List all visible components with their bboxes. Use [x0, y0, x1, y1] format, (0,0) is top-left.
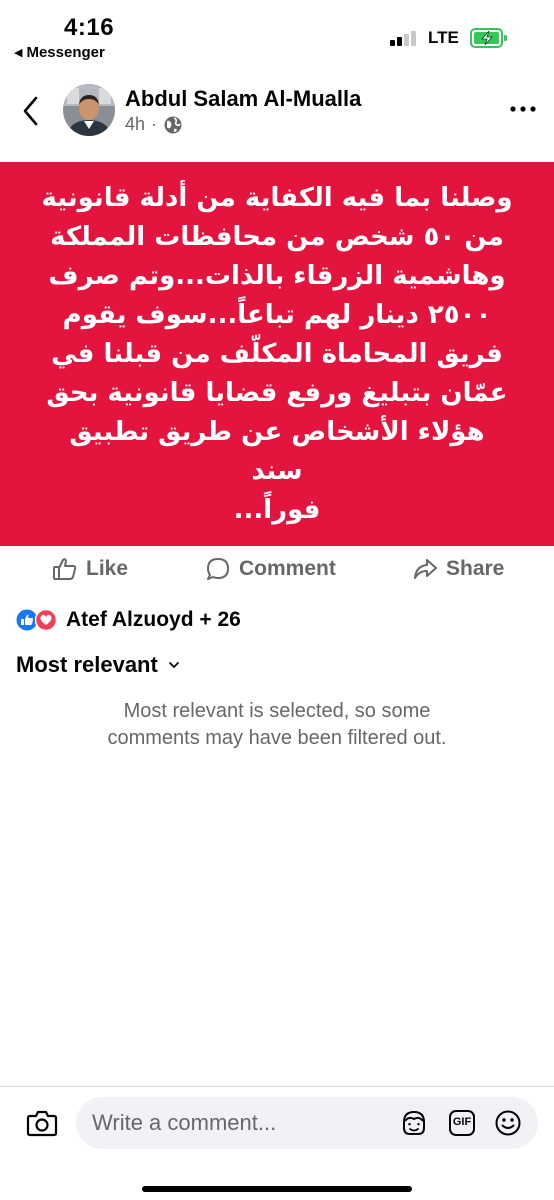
- bullet-separator: ·: [151, 114, 158, 134]
- thumbs-up-icon: [53, 558, 77, 580]
- post-text: وصلنا بما فيه الكفاية من أدلة قانونية من…: [40, 179, 514, 530]
- filter-note-line: Most relevant is selected, so some: [123, 700, 431, 722]
- status-bar: 4:16 ◀ Messenger LTE: [0, 0, 554, 66]
- post-actions: Like Comment Share: [0, 550, 554, 594]
- comment-composer: GIF: [0, 1087, 554, 1200]
- post-body: وصلنا بما فيه الكفاية من أدلة قانونية من…: [0, 162, 554, 546]
- gif-label: GIF: [452, 1116, 472, 1128]
- post-text-line: وهاشمية الزرقاء بالذات...وتم صرف: [48, 260, 506, 291]
- back-to-messenger[interactable]: ◀ Messenger: [14, 44, 105, 61]
- post-time: 4h: [125, 114, 146, 134]
- gif-icon[interactable]: GIF: [448, 1109, 476, 1137]
- network-type: LTE: [428, 28, 459, 47]
- like-button[interactable]: Like: [52, 556, 128, 582]
- comment-input[interactable]: [92, 1097, 392, 1149]
- filter-note-line: comments may have been filtered out.: [107, 727, 447, 749]
- comment-sort-dropdown[interactable]: Most relevant: [16, 652, 180, 678]
- like-label: Like: [86, 557, 129, 580]
- love-reaction-icon: [35, 609, 57, 631]
- home-indicator: [142, 1186, 412, 1192]
- post-text-line: فريق المحاماة المكلّف من قبلنا في: [51, 338, 503, 369]
- comment-bubble-icon: [207, 558, 229, 580]
- reaction-icons: [16, 609, 58, 631]
- filter-note: Most relevant is selected, so some comme…: [0, 698, 554, 752]
- reaction-names: Atef Alzuoyd + 26: [66, 608, 241, 631]
- post-text-line: وصلنا بما فيه الكفاية من أدلة قانونية: [41, 182, 513, 213]
- share-label: Share: [446, 557, 505, 580]
- cellular-signal-icon: [390, 30, 420, 46]
- sort-label: Most relevant: [16, 652, 158, 677]
- post-text-line: عمّان بتبليغ ورفع قضايا قانونية بحق: [46, 377, 508, 408]
- avatar-sticker-icon[interactable]: [400, 1109, 428, 1137]
- back-triangle-icon: ◀: [14, 47, 23, 59]
- author-avatar[interactable]: [63, 84, 115, 136]
- reactions-summary[interactable]: Atef Alzuoyd + 26: [16, 608, 241, 632]
- post-text-line: فوراً...: [233, 494, 321, 525]
- author-name[interactable]: Abdul Salam Al-Mualla: [125, 86, 361, 112]
- emoji-icon[interactable]: [494, 1109, 522, 1137]
- comment-label: Comment: [239, 557, 336, 580]
- chevron-down-icon: [168, 662, 179, 668]
- globe-icon: [164, 116, 182, 133]
- back-app-label: Messenger: [26, 44, 105, 61]
- comment-box[interactable]: GIF: [76, 1097, 538, 1149]
- share-button[interactable]: Share: [412, 556, 504, 582]
- share-arrow-icon: [414, 559, 437, 579]
- more-options-icon[interactable]: [508, 104, 538, 114]
- post-header: Abdul Salam Al-Mualla 4h ·: [0, 66, 554, 162]
- battery-charging-icon: [470, 28, 507, 48]
- back-chevron-icon[interactable]: [20, 94, 42, 128]
- post-text-line: هؤلاء الأشخاص عن طريق تطبيق سند: [69, 416, 485, 486]
- comment-button[interactable]: Comment: [205, 556, 336, 582]
- post-meta: 4h ·: [125, 114, 183, 135]
- camera-icon[interactable]: [26, 1109, 58, 1137]
- status-time: 4:16: [64, 14, 115, 41]
- post-text-line: ٢٥٠٠ دينار لهم تباعاً...سوف يقوم: [62, 299, 492, 330]
- post-text-line: من ٥٠ شخص من محافظات المملكة: [50, 221, 504, 252]
